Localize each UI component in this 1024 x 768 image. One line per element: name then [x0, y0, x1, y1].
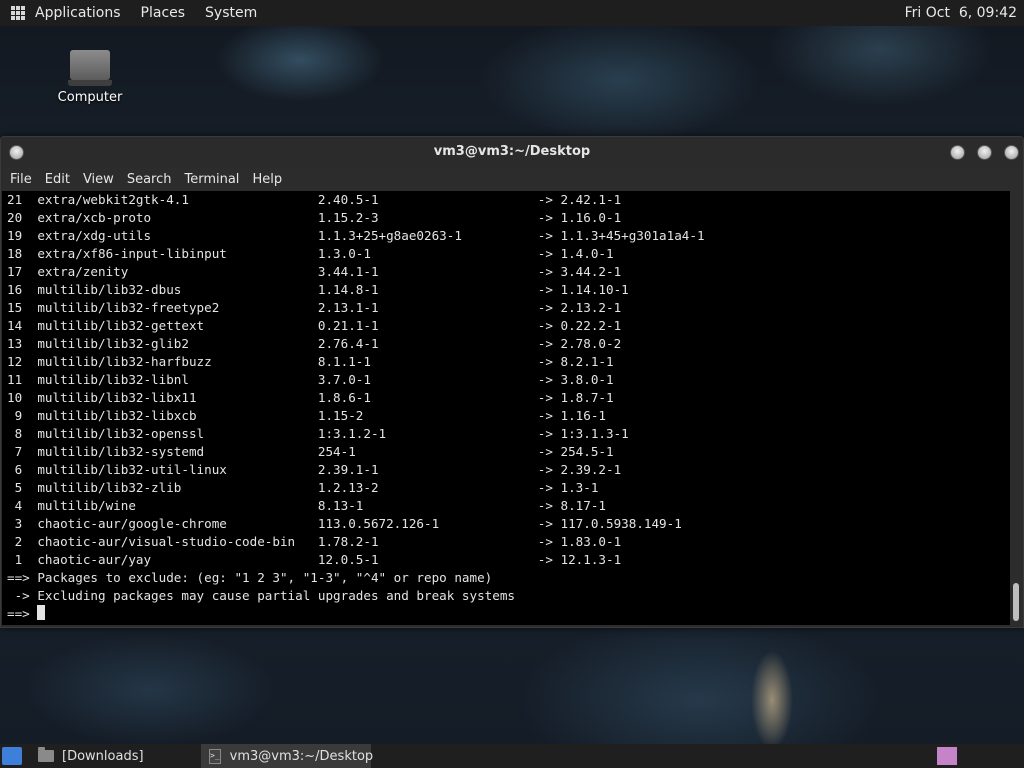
terminal-line: 16 multilib/lib32-dbus 1.14.8-1 -> 1.14.…	[7, 282, 629, 297]
terminal-line: 13 multilib/lib32-glib2 2.76.4-1 -> 2.78…	[7, 336, 622, 351]
minimize-button[interactable]	[950, 145, 965, 160]
terminal-line: 20 extra/xcb-proto 1.15.2-3 -> 1.16.0-1	[7, 210, 622, 225]
task-downloads[interactable]: [Downloads]	[30, 744, 152, 768]
text-cursor	[37, 605, 46, 620]
terminal-line: 21 extra/webkit2gtk-4.1 2.40.5-1 -> 2.42…	[7, 192, 622, 207]
menu-applications[interactable]: Applications	[35, 5, 121, 21]
show-desktop-icon[interactable]	[2, 747, 22, 765]
menu-places[interactable]: Places	[141, 5, 186, 21]
apps-grid-icon[interactable]	[11, 6, 25, 20]
task-label: [Downloads]	[62, 748, 144, 764]
menu-edit[interactable]: Edit	[45, 172, 70, 187]
terminal-line: 6 multilib/lib32-util-linux 2.39.1-1 -> …	[7, 462, 622, 477]
scrollbar-thumb[interactable]	[1013, 583, 1019, 621]
terminal-line: 14 multilib/lib32-gettext 0.21.1-1 -> 0.…	[7, 318, 622, 333]
terminal-line: 3 chaotic-aur/google-chrome 113.0.5672.1…	[7, 516, 682, 531]
terminal-line: 7 multilib/lib32-systemd 254-1 -> 254.5-…	[7, 444, 614, 459]
menu-search[interactable]: Search	[127, 172, 172, 187]
desktop-icon-computer[interactable]: Computer	[50, 50, 130, 105]
close-button[interactable]	[1004, 145, 1019, 160]
folder-icon	[38, 747, 54, 762]
task-terminal[interactable]: >_ vm3@vm3:~/Desktop	[201, 744, 374, 768]
computer-icon	[68, 50, 112, 86]
terminal-line: ==> Packages to exclude: (eg: "1 2 3", "…	[7, 570, 493, 585]
terminal-line: 4 multilib/wine 8.13-1 -> 8.17-1	[7, 498, 606, 513]
terminal-line: 5 multilib/lib32-zlib 1.2.13-2 -> 1.3-1	[7, 480, 599, 495]
clock[interactable]: Fri Oct 6, 09:42	[905, 5, 1017, 21]
menu-file[interactable]: File	[10, 172, 32, 187]
terminal-line: 18 extra/xf86-input-libinput 1.3.0-1 -> …	[7, 246, 614, 261]
maximize-button[interactable]	[977, 145, 992, 160]
window-title: vm3@vm3:~/Desktop	[433, 144, 591, 159]
terminal-prompt: ==>	[7, 606, 38, 621]
menu-terminal[interactable]: Terminal	[184, 172, 239, 187]
terminal-line: 8 multilib/lib32-openssl 1:3.1.2-1 -> 1:…	[7, 426, 629, 441]
terminal-line: 12 multilib/lib32-harfbuzz 8.1.1-1 -> 8.…	[7, 354, 614, 369]
terminal-line: 17 extra/zenity 3.44.1-1 -> 3.44.2-1	[7, 264, 622, 279]
top-panel: Applications Places System Fri Oct 6, 09…	[0, 0, 1024, 26]
terminal-line: 15 multilib/lib32-freetype2 2.13.1-1 -> …	[7, 300, 622, 315]
terminal-line: 2 chaotic-aur/visual-studio-code-bin 1.7…	[7, 534, 622, 549]
menu-help[interactable]: Help	[252, 172, 282, 187]
terminal-scrollbar[interactable]	[1011, 191, 1021, 625]
terminal-output[interactable]: 21 extra/webkit2gtk-4.1 2.40.5-1 -> 2.42…	[2, 191, 1010, 625]
terminal-line: 19 extra/xdg-utils 1.1.3+25+g8ae0263-1 -…	[7, 228, 705, 243]
terminal-line: 9 multilib/lib32-libxcb 1.15-2 -> 1.16-1	[7, 408, 606, 423]
terminal-line: -> Excluding packages may cause partial …	[7, 588, 515, 603]
terminal-line: 11 multilib/lib32-libnl 3.7.0-1 -> 3.8.0…	[7, 372, 614, 387]
terminal-menubar: File Edit View Search Terminal Help	[1, 167, 1023, 191]
terminal-line: 1 chaotic-aur/yay 12.0.5-1 -> 12.1.3-1	[7, 552, 622, 567]
bottom-taskbar: [Downloads] >_ vm3@vm3:~/Desktop	[0, 744, 1024, 768]
terminal-icon: >_	[209, 748, 221, 764]
desktop-icon-label: Computer	[57, 90, 123, 105]
task-label: vm3@vm3:~/Desktop	[229, 748, 374, 764]
window-titlebar[interactable]: vm3@vm3:~/Desktop	[1, 137, 1023, 167]
terminal-window: vm3@vm3:~/Desktop File Edit View Search …	[0, 136, 1024, 628]
terminal-lines: 21 extra/webkit2gtk-4.1 2.40.5-1 -> 2.42…	[2, 191, 1010, 623]
terminal-prompt-line[interactable]: ==>	[7, 605, 1010, 623]
workspace-switcher[interactable]	[937, 747, 957, 765]
menu-system[interactable]: System	[205, 5, 257, 21]
terminal-line: 10 multilib/lib32-libx11 1.8.6-1 -> 1.8.…	[7, 390, 614, 405]
menu-view[interactable]: View	[83, 172, 114, 187]
